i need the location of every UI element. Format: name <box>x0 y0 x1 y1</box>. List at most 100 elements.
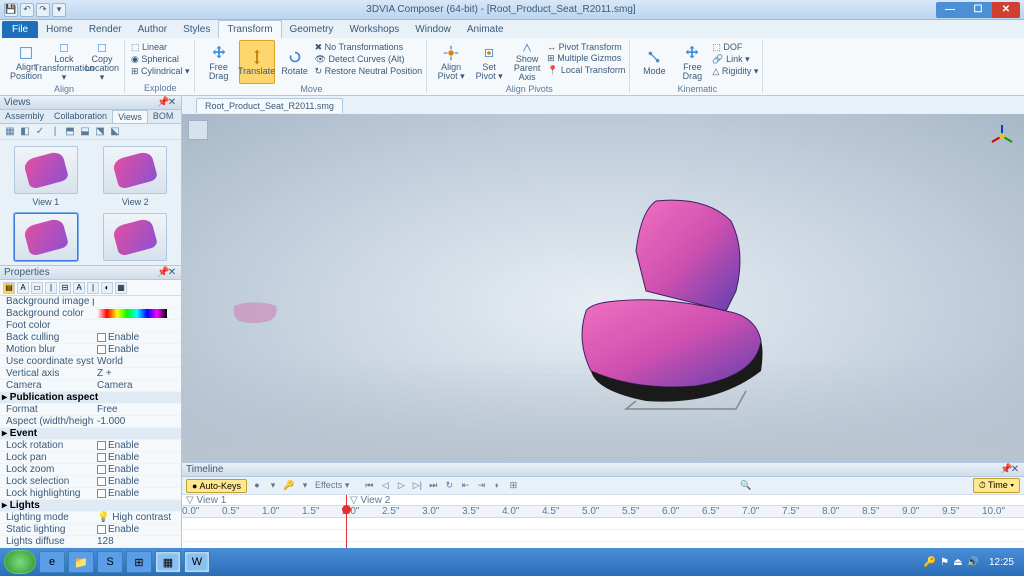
ribbon-tab-render[interactable]: Render <box>81 21 130 38</box>
property-row[interactable]: Back culling Enable <box>0 332 181 344</box>
taskbar-app-icon[interactable]: ⊞ <box>126 551 152 573</box>
timeline-tracks[interactable]: ▽ View 1 ▽ View 2 0.0"0.5"1.0"1.5"2.0"2.… <box>182 495 1024 548</box>
property-row[interactable]: Aspect (width/height)-1.000 <box>0 416 181 428</box>
subtab-collaboration[interactable]: Collaboration <box>49 110 112 123</box>
tray-icon[interactable]: 🔊 <box>967 557 979 568</box>
ptb-icon[interactable]: A <box>17 282 29 294</box>
property-category[interactable]: ▸ Event <box>0 428 181 440</box>
property-row[interactable]: Lighting mode💡 High contrast <box>0 512 181 524</box>
tl-next-icon[interactable]: ▷| <box>411 480 423 492</box>
property-row[interactable]: Lock pan Enable <box>0 452 181 464</box>
ptb-icon[interactable]: ▭ <box>31 282 43 294</box>
ribbon-tab-home[interactable]: Home <box>38 21 81 38</box>
axis-gizmo-icon[interactable] <box>988 122 1016 150</box>
tl-icon[interactable]: ▾ <box>299 480 311 492</box>
ribbon-small-item[interactable]: ⊞ Multiple Gizmos <box>547 53 625 64</box>
tl-loop-icon[interactable]: ↻ <box>443 480 455 492</box>
ribbon-tab-transform[interactable]: Transform <box>218 20 281 38</box>
ribbon-small-item[interactable]: ↻ Restore Neutral Position <box>315 66 423 77</box>
property-row[interactable]: Lights diffuse128 <box>0 536 181 548</box>
show-parent-axis-button[interactable]: Show Parent Axis <box>509 40 545 84</box>
tray-icon[interactable]: 🔑 <box>924 557 936 568</box>
ribbon-tab-workshops[interactable]: Workshops <box>341 21 407 38</box>
property-row[interactable]: Use coordinate systemWorld <box>0 356 181 368</box>
system-tray[interactable]: 🔑 ⚑ ⏏ 🔊 12:25 <box>924 557 1020 568</box>
tb-icon[interactable]: ✓ <box>34 126 46 138</box>
taskbar-skype-icon[interactable]: S <box>97 551 123 573</box>
tl-icon[interactable]: ● <box>251 480 263 492</box>
tl-icon[interactable]: ⇥ <box>475 480 487 492</box>
track-label[interactable]: ▽ View 1 <box>182 495 346 505</box>
property-row[interactable]: FormatFree <box>0 404 181 416</box>
qat-undo-icon[interactable]: ↶ <box>20 3 34 17</box>
align-button[interactable]: Lock Transformation ▾ <box>46 40 82 84</box>
pin-icon[interactable]: 📌 <box>1000 464 1010 475</box>
ribbon-small-item[interactable]: 🔗 Link ▾ <box>712 54 758 65</box>
qat-redo-icon[interactable]: ↷ <box>36 3 50 17</box>
taskbar-composer-icon[interactable]: ▦ <box>155 551 181 573</box>
property-row[interactable]: Vertical axisZ + <box>0 368 181 380</box>
view-thumbnail[interactable]: View 2 <box>96 146 176 207</box>
view-thumbnail[interactable]: View 1 <box>6 146 86 207</box>
ribbon-tab-author[interactable]: Author <box>130 21 175 38</box>
ribbon-tab-animate[interactable]: Animate <box>459 21 512 38</box>
document-tab[interactable]: Root_Product_Seat_R2011.smg <box>196 98 343 113</box>
maximize-button[interactable]: ☐ <box>964 2 992 18</box>
view-thumbnail[interactable]: View 4 <box>96 213 176 265</box>
property-row[interactable]: Lock selection Enable <box>0 476 181 488</box>
start-button[interactable] <box>4 550 36 574</box>
property-row[interactable]: Background color <box>0 308 181 320</box>
ribbon-small-item[interactable]: ⬚ Linear <box>131 42 190 53</box>
kinematic-freedrag-button[interactable]: Free Drag <box>674 40 710 84</box>
seat-model[interactable] <box>536 191 786 411</box>
tl-icon[interactable]: ◐ <box>491 480 503 492</box>
translate-button[interactable]: Translate <box>239 40 275 84</box>
kinematic-mode-button[interactable]: Mode <box>636 40 672 84</box>
ribbon-small-item[interactable]: 📍 Local Transform <box>547 65 625 76</box>
effects-dropdown[interactable]: Effects ▾ <box>315 480 349 492</box>
ribbon-small-item[interactable]: ↔ Pivot Transform <box>547 42 625 52</box>
property-row[interactable]: Static lighting Enable <box>0 524 181 536</box>
close-panel-icon[interactable]: ✕ <box>1010 464 1020 475</box>
property-row[interactable]: Foot color <box>0 320 181 332</box>
ribbon-tab-geometry[interactable]: Geometry <box>282 21 342 38</box>
timeline-row[interactable] <box>182 530 1024 542</box>
track-label[interactable]: ▽ View 2 <box>346 495 510 505</box>
tb-icon[interactable]: ◧ <box>19 126 31 138</box>
ribbon-tab-window[interactable]: Window <box>407 21 459 38</box>
ptb-icon[interactable]: ▤ <box>3 282 15 294</box>
clock[interactable]: 12:25 <box>983 557 1020 568</box>
ribbon-small-item[interactable]: 👁 Detect Curves (Alt) <box>315 54 423 65</box>
property-category[interactable]: ▸ Publication aspect <box>0 392 181 404</box>
tl-settings-icon[interactable]: 🔍 <box>740 480 752 492</box>
qat-save-icon[interactable]: 💾 <box>4 3 18 17</box>
tl-last-icon[interactable]: ⏭ <box>427 480 439 492</box>
minimize-button[interactable]: — <box>936 2 964 18</box>
ribbon-tab-styles[interactable]: Styles <box>175 21 218 38</box>
set-pivot-button[interactable]: Set Pivot ▾ <box>471 40 507 84</box>
ribbon-small-item[interactable]: ⬚ DOF <box>712 42 758 53</box>
qat-more-icon[interactable]: ▾ <box>52 3 66 17</box>
tb-icon[interactable]: ⬕ <box>109 126 121 138</box>
timeline-row[interactable] <box>182 518 1024 530</box>
subtab-bom[interactable]: BOM <box>148 110 179 123</box>
tl-icon[interactable]: 🔑 <box>283 480 295 492</box>
tb-icon[interactable]: ⬓ <box>79 126 91 138</box>
close-panel-icon[interactable]: ✕ <box>167 267 177 278</box>
ribbon-small-item[interactable]: ⊞ Cylindrical ▾ <box>131 66 190 77</box>
ribbon-small-item[interactable]: △ Rigidity ▾ <box>712 66 758 77</box>
tl-icon[interactable]: ▾ <box>267 480 279 492</box>
taskbar-explorer-icon[interactable]: 📁 <box>68 551 94 573</box>
property-row[interactable]: Lock zoom Enable <box>0 464 181 476</box>
subtab-views[interactable]: Views <box>112 110 148 123</box>
ribbon-small-item[interactable]: ◉ Spherical <box>131 54 190 65</box>
rotate-button[interactable]: Rotate <box>277 40 313 84</box>
align-button[interactable]: Copy Location ▾ <box>84 40 120 84</box>
playhead[interactable] <box>346 495 347 548</box>
ribbon-small-item[interactable]: ✖ No Transformations <box>315 42 423 53</box>
pin-icon[interactable]: 📌 <box>157 97 167 108</box>
close-button[interactable]: ✕ <box>992 2 1020 18</box>
ptb-icon[interactable]: A <box>73 282 85 294</box>
view-thumbnail[interactable]: View 3 <box>6 213 86 265</box>
file-tab[interactable]: File <box>2 21 38 38</box>
